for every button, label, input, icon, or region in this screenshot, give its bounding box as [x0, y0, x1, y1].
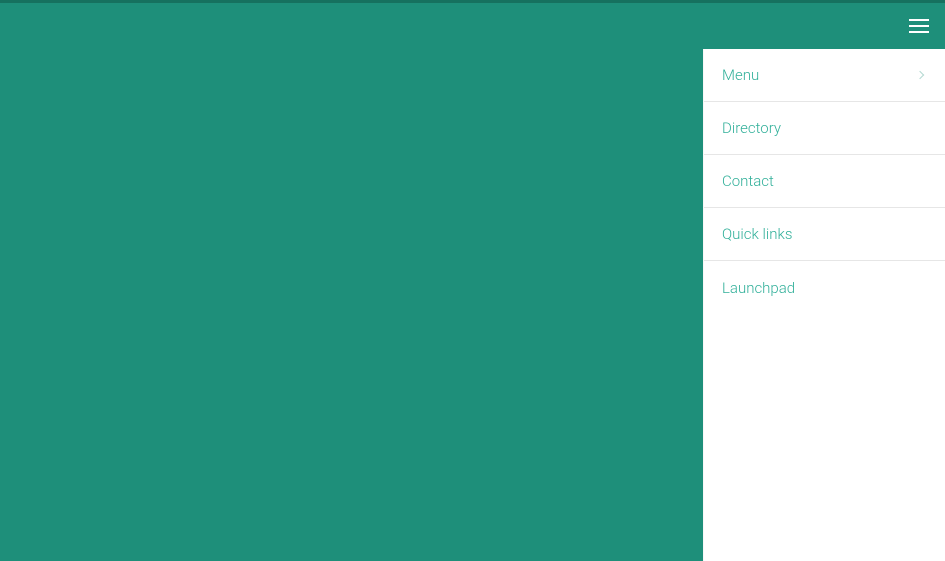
- side-menu-panel: Menu Directory Contact Quick links Launc…: [703, 49, 945, 561]
- menu-item-label: Directory: [722, 119, 781, 137]
- chevron-right-icon: [916, 71, 924, 79]
- menu-item-label: Contact: [722, 172, 774, 190]
- menu-item-directory[interactable]: Directory: [704, 102, 945, 155]
- menu-item-contact[interactable]: Contact: [704, 155, 945, 208]
- menu-item-quick-links[interactable]: Quick links: [704, 208, 945, 261]
- hamburger-menu-icon[interactable]: [909, 19, 929, 33]
- header-bar: [0, 3, 945, 49]
- menu-item-label: Quick links: [722, 225, 792, 243]
- menu-item-launchpad[interactable]: Launchpad: [704, 261, 945, 314]
- menu-item-menu[interactable]: Menu: [704, 49, 945, 102]
- menu-item-label: Launchpad: [722, 279, 795, 297]
- menu-item-label: Menu: [722, 66, 759, 84]
